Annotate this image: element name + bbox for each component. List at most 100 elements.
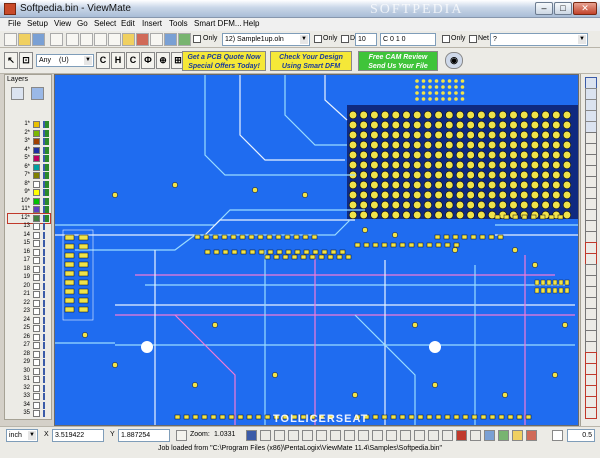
layer-color-swatch[interactable]	[33, 180, 40, 188]
layer-color-swatch[interactable]	[33, 308, 40, 315]
layer-visibility-toggle[interactable]	[43, 257, 49, 264]
menu-insert[interactable]: Insert	[142, 19, 162, 28]
layer-visibility-toggle[interactable]	[43, 308, 49, 315]
units-dropdown[interactable]: inch ▼	[6, 429, 38, 442]
menu-setup[interactable]: Setup	[27, 19, 48, 28]
layer-color-swatch[interactable]	[33, 333, 40, 341]
d-checkbox[interactable]	[341, 35, 349, 43]
layer-color-swatch[interactable]	[33, 129, 40, 137]
layer-visibility-toggle[interactable]	[43, 325, 49, 332]
layer-visibility-toggle[interactable]	[43, 138, 49, 145]
layer-visibility-toggle[interactable]	[43, 223, 49, 230]
maximize-button[interactable]: □	[554, 2, 572, 15]
layer-visibility-toggle[interactable]	[43, 197, 49, 205]
layer-color-swatch[interactable]	[33, 121, 40, 128]
only-dcode-checkbox[interactable]	[314, 35, 322, 43]
layer-color-swatch[interactable]	[33, 223, 40, 230]
status-tool-icon[interactable]	[344, 430, 355, 441]
layer-color-swatch[interactable]	[33, 138, 40, 145]
status-tool-icon[interactable]	[316, 430, 327, 441]
layer-visibility-toggle[interactable]	[43, 146, 49, 154]
layer-visibility-toggle[interactable]	[43, 265, 49, 273]
menu-file[interactable]: File	[8, 19, 21, 28]
layer-visibility-toggle[interactable]	[43, 350, 49, 358]
layer-select-dropdown[interactable]: 12) Sample1up.oln ▼	[222, 33, 310, 46]
zoom-in-icon[interactable]	[176, 430, 187, 441]
snap-circle-button[interactable]: Ф	[141, 52, 155, 69]
status-tool-icon[interactable]	[358, 430, 369, 441]
menu-view[interactable]: View	[54, 19, 71, 28]
layer-color-swatch[interactable]	[33, 265, 40, 273]
status-tool-icon[interactable]	[330, 430, 341, 441]
layer-color-swatch[interactable]	[33, 410, 40, 417]
highlight-icon[interactable]	[122, 33, 135, 46]
status-tool-icon[interactable]	[526, 430, 537, 441]
only-net-checkbox[interactable]	[442, 35, 450, 43]
layer-color-swatch[interactable]	[33, 342, 40, 349]
only-layer-checkbox[interactable]	[193, 35, 201, 43]
menu-go[interactable]: Go	[77, 19, 88, 28]
paste-icon[interactable]	[94, 33, 107, 46]
layer-color-swatch[interactable]	[33, 316, 40, 324]
status-tool-icon[interactable]	[456, 430, 467, 441]
layer-visibility-toggle[interactable]	[43, 121, 49, 128]
snap-corner-button[interactable]: C	[126, 52, 140, 69]
layer-color-swatch[interactable]	[33, 231, 40, 239]
layer-color-swatch[interactable]	[33, 401, 40, 409]
snap-cross-button[interactable]: ⊕	[156, 52, 170, 69]
flash-icon[interactable]	[136, 33, 149, 46]
open-folder-icon[interactable]	[18, 33, 31, 46]
status-tool-icon[interactable]	[274, 430, 285, 441]
layer-visibility-toggle[interactable]	[43, 206, 49, 213]
grid-icon[interactable]	[552, 430, 563, 441]
pcb-canvas[interactable]: TOLLICERSEAT	[54, 74, 579, 426]
layer-visibility-toggle[interactable]	[43, 189, 49, 196]
status-tool-icon[interactable]	[302, 430, 313, 441]
layer-visibility-toggle[interactable]	[43, 367, 49, 375]
net-select-dropdown[interactable]: ? ▼	[490, 33, 588, 46]
print-icon[interactable]	[50, 33, 63, 46]
layer-visibility-toggle[interactable]	[43, 376, 49, 383]
layer-visibility-toggle[interactable]	[43, 333, 49, 341]
menu-edit[interactable]: Edit	[121, 19, 135, 28]
status-tool-icon[interactable]	[400, 430, 411, 441]
layer-color-swatch[interactable]	[33, 248, 40, 256]
layer-visibility-toggle[interactable]	[43, 274, 49, 281]
arrow-select-icon[interactable]: ↖	[4, 52, 18, 69]
layer-color-swatch[interactable]	[33, 172, 40, 179]
close-button[interactable]: ✕	[573, 2, 597, 15]
layer-tool-icon[interactable]	[164, 33, 177, 46]
status-tool-icon[interactable]	[470, 430, 481, 441]
layer-visibility-toggle[interactable]	[43, 393, 49, 400]
layer-color-swatch[interactable]	[33, 189, 40, 196]
status-tool-icon[interactable]	[260, 430, 271, 441]
layer-visibility-toggle[interactable]	[43, 299, 49, 307]
net-tool-icon[interactable]	[178, 33, 191, 46]
layer-color-swatch[interactable]	[33, 146, 40, 154]
layer-color-swatch[interactable]	[33, 155, 40, 162]
layer-visibility-toggle[interactable]	[43, 180, 49, 188]
menu-smart-dfm[interactable]: Smart DFM...	[194, 19, 242, 28]
zoom-window-icon[interactable]: ⊡	[19, 52, 33, 69]
layers-hide-all-icon[interactable]	[31, 87, 44, 100]
layers-show-all-icon[interactable]	[11, 87, 24, 100]
measure-icon[interactable]	[150, 33, 163, 46]
status-tool-icon[interactable]	[386, 430, 397, 441]
layer-visibility-toggle[interactable]	[43, 359, 49, 366]
new-file-icon[interactable]	[4, 33, 17, 46]
status-tool-icon[interactable]	[246, 430, 257, 441]
layer-color-swatch[interactable]	[33, 367, 40, 375]
layer-visibility-toggle[interactable]	[43, 282, 49, 290]
status-tool-icon[interactable]	[414, 430, 425, 441]
menu-tools[interactable]: Tools	[169, 19, 188, 28]
layer-visibility-toggle[interactable]	[43, 240, 49, 247]
layer-visibility-toggle[interactable]	[43, 316, 49, 324]
cut-icon[interactable]	[66, 33, 79, 46]
layer-visibility-toggle[interactable]	[43, 163, 49, 171]
layer-color-swatch[interactable]	[33, 325, 40, 332]
status-tool-icon[interactable]	[512, 430, 523, 441]
layer-color-swatch[interactable]	[33, 384, 40, 392]
promo-smart-dfm[interactable]: Check Your Design Using Smart DFM	[270, 51, 352, 71]
promo-cam-review[interactable]: Free CAM Review Send Us Your File	[358, 51, 438, 71]
minimize-button[interactable]: –	[535, 2, 553, 15]
